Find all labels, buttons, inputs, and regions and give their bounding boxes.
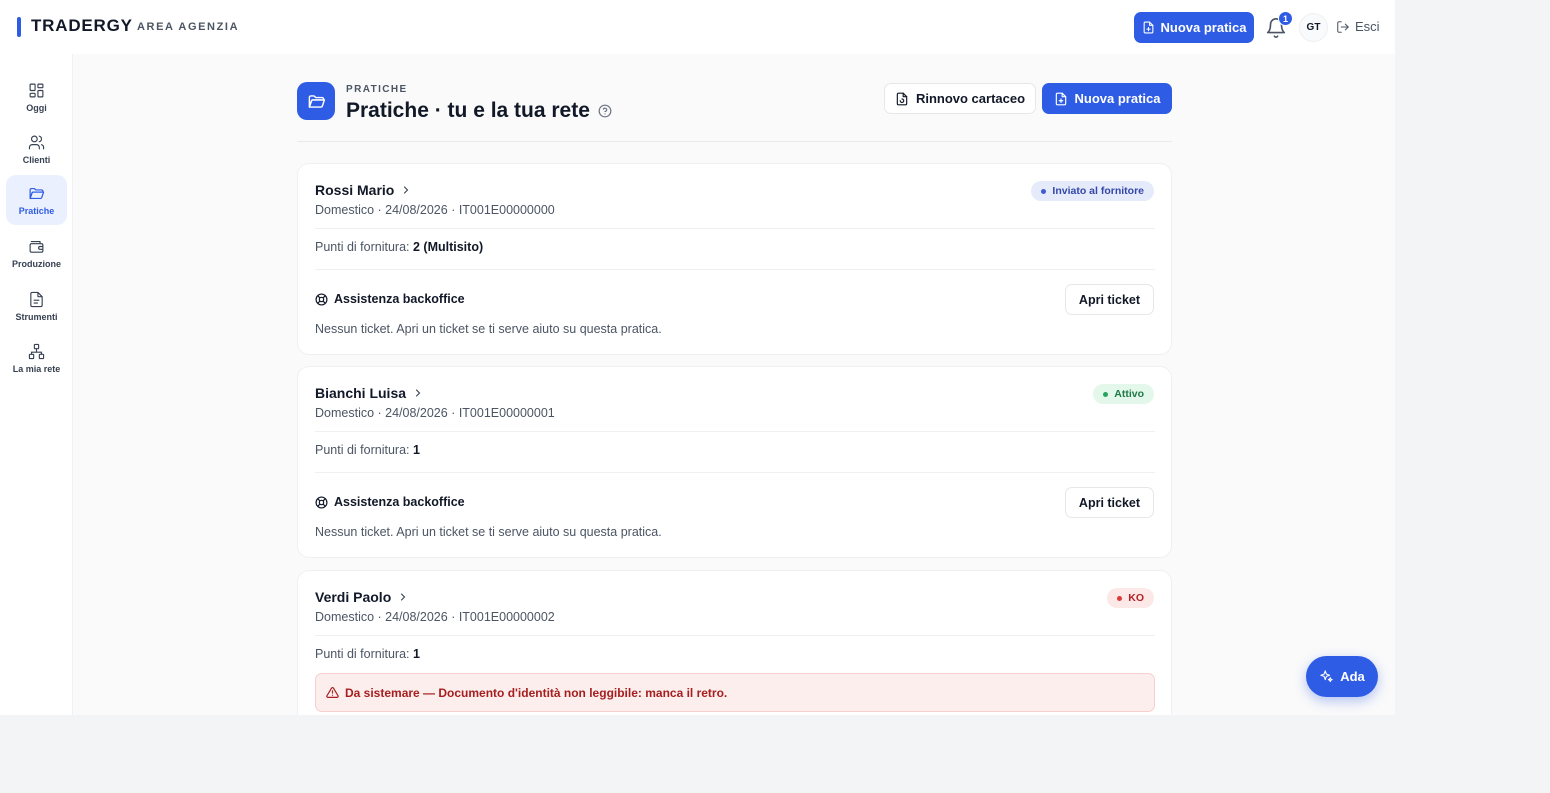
punti-fornitura: Punti di fornitura: 1: [315, 647, 420, 661]
divider: [315, 431, 1155, 432]
assistenza-heading: Assistenza backoffice: [315, 292, 465, 306]
punti-value: 2 (Multisito): [412, 240, 484, 254]
pratica-card: Bianchi Luisa Domestico · 24/08/2026 · I…: [297, 366, 1172, 558]
area-label: AREA AGENZIA: [137, 21, 240, 33]
punti-label: Punti di fornitura:: [315, 647, 410, 661]
status-badge: Attivo: [1093, 384, 1154, 404]
punti-fornitura: Punti di fornitura: 1: [315, 443, 420, 457]
assistenza-heading: Assistenza backoffice: [315, 495, 465, 509]
chevron-right-icon: [401, 593, 406, 601]
client-link[interactable]: Bianchi Luisa: [315, 385, 424, 401]
pratica-card: Verdi Paolo Domestico · 24/08/2026 · IT0…: [297, 570, 1172, 715]
divider: [315, 472, 1155, 473]
folder-open-icon: [308, 94, 325, 108]
divider: [315, 228, 1155, 229]
page-title: Pratiche · tu e la tua rete: [346, 99, 590, 122]
no-ticket-text: Nessun ticket. Apri un ticket se ti serv…: [315, 322, 662, 336]
document-icon: [30, 291, 43, 307]
status-label: Attivo: [1114, 388, 1144, 400]
client-name: Verdi Paolo: [315, 589, 392, 605]
help-circle-icon[interactable]: [598, 104, 612, 118]
error-alert: Da sistemare — Documento d'identità non …: [315, 673, 1155, 712]
status-label: Inviato al fornitore: [1052, 185, 1144, 197]
sidebar-item-oggi[interactable]: Oggi: [6, 73, 67, 121]
status-dot: [1103, 391, 1109, 397]
rinnovo-cartaceo-button[interactable]: Rinnovo cartaceo: [884, 83, 1036, 114]
status-dot: [1041, 188, 1047, 194]
pratica-meta: Domestico · 24/08/2026 · IT001E00000001: [315, 406, 555, 420]
top-new-pratica-label: Nuova pratica: [1160, 20, 1247, 35]
file-plus-icon: [1143, 21, 1153, 34]
app-window: TRADERGY AREA AGENZIA Nuova pratica 1 GT…: [0, 0, 1395, 715]
lifebuoy-icon: [315, 495, 328, 509]
ada-assistant-button[interactable]: Ada: [1306, 656, 1378, 697]
status-badge: Inviato al fornitore: [1031, 181, 1154, 201]
folder-icon: [29, 187, 45, 199]
sidebar-item-label: Produzione: [12, 258, 61, 269]
sidebar: Oggi Clienti Pratiche Produzione Strumen…: [0, 54, 73, 715]
pratica-card: Rossi Mario Domestico · 24/08/2026 · IT0…: [297, 163, 1172, 355]
assistenza-label: Assistenza backoffice: [334, 292, 465, 306]
logout-icon: [1337, 20, 1349, 33]
punti-fornitura: Punti di fornitura: 2 (Multisito): [315, 240, 483, 254]
users-icon: [28, 135, 45, 149]
logout-label: Esci: [1355, 19, 1380, 34]
wallet-icon: [29, 240, 44, 253]
lifebuoy-icon: [315, 292, 328, 306]
alert-text: Da sistemare — Documento d'identità non …: [345, 685, 728, 700]
apri-ticket-button[interactable]: Apri ticket: [1065, 487, 1154, 518]
sparkles-icon: [1320, 670, 1333, 683]
page-eyebrow: PRATICHE: [346, 84, 408, 95]
divider: [315, 635, 1155, 636]
sidebar-item-pratiche[interactable]: Pratiche: [6, 175, 67, 225]
apri-ticket-button[interactable]: Apri ticket: [1065, 284, 1154, 315]
notification-badge: 1: [1278, 11, 1293, 26]
status-badge: KO: [1107, 588, 1154, 608]
sidebar-item-la-mia-rete[interactable]: La mia rete: [6, 334, 67, 382]
client-link[interactable]: Rossi Mario: [315, 182, 412, 198]
client-link[interactable]: Verdi Paolo: [315, 589, 409, 605]
punti-label: Punti di fornitura:: [315, 443, 410, 457]
sidebar-item-produzione[interactable]: Produzione: [6, 229, 67, 277]
sidebar-item-label: La mia rete: [12, 363, 61, 374]
ada-label: Ada: [1340, 669, 1365, 684]
sidebar-item-strumenti[interactable]: Strumenti: [6, 282, 67, 330]
pratica-meta: Domestico · 24/08/2026 · IT001E00000002: [315, 610, 555, 624]
file-refresh-icon: [896, 92, 908, 105]
chevron-right-icon: [415, 389, 421, 397]
brand-logo[interactable]: TRADERGY: [31, 16, 133, 36]
nuova-pratica-button[interactable]: Nuova pratica: [1042, 83, 1172, 114]
no-ticket-text: Nessun ticket. Apri un ticket se ti serv…: [315, 525, 662, 539]
sidebar-item-label: Oggi: [26, 102, 47, 113]
sidebar-item-label: Strumenti: [15, 311, 58, 322]
warning-icon: [326, 687, 339, 698]
top-new-pratica-button[interactable]: Nuova pratica: [1134, 12, 1254, 43]
grid-icon: [29, 83, 44, 97]
divider: [315, 269, 1155, 270]
file-plus-icon: [1055, 92, 1066, 105]
avatar[interactable]: GT: [1299, 13, 1328, 42]
nuova-pratica-label: Nuova pratica: [1074, 91, 1161, 106]
network-icon: [28, 343, 45, 359]
sidebar-item-label: Clienti: [22, 154, 51, 165]
status-dot: [1117, 595, 1123, 601]
punti-value: 1: [412, 443, 420, 457]
sidebar-item-label: Pratiche: [18, 205, 55, 216]
page-folder-badge: [297, 82, 335, 120]
assistenza-label: Assistenza backoffice: [334, 495, 465, 509]
logout-button[interactable]: Esci: [1336, 19, 1380, 34]
pratica-meta: Domestico · 24/08/2026 · IT001E00000000: [315, 203, 555, 217]
page-title-row: Pratiche · tu e la tua rete: [346, 99, 612, 123]
sidebar-item-clienti[interactable]: Clienti: [6, 125, 67, 173]
client-name: Bianchi Luisa: [315, 385, 407, 401]
chevron-right-icon: [404, 186, 409, 194]
client-name: Rossi Mario: [315, 182, 395, 198]
punti-label: Punti di fornitura:: [315, 240, 410, 254]
top-bar: TRADERGY AREA AGENZIA Nuova pratica 1 GT…: [0, 0, 1395, 54]
rinnovo-cartaceo-label: Rinnovo cartaceo: [915, 91, 1026, 106]
punti-value: 1: [412, 647, 420, 661]
status-label: KO: [1128, 592, 1144, 604]
header-divider: [297, 141, 1172, 142]
brand-accent-bar: [17, 17, 21, 37]
